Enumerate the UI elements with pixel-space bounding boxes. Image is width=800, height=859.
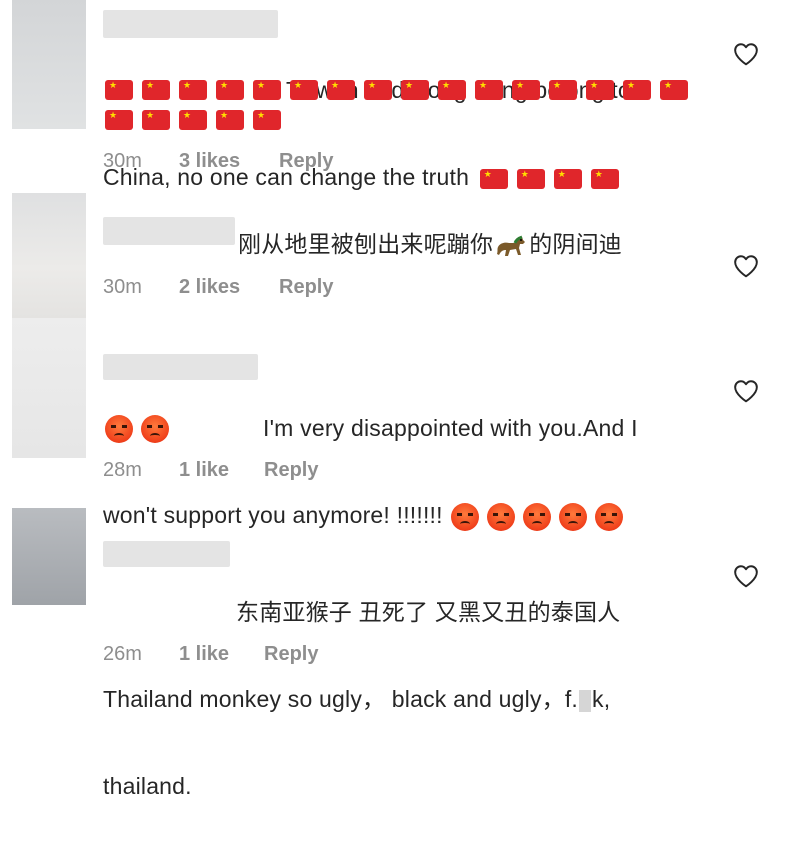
comment-time: 26m bbox=[103, 643, 142, 665]
china-flag-emoji bbox=[553, 168, 582, 189]
avatar[interactable] bbox=[12, 193, 86, 318]
china-flag-emoji bbox=[105, 109, 133, 130]
comment-1: Taiwan and Hong Kong belong to China, no… bbox=[0, 0, 800, 190]
comment-text: 刚从地里被刨出来呢蹦你 的阴间迪 bbox=[238, 230, 800, 259]
comment-text-part: 刚从地里被刨出来呢蹦你 bbox=[238, 231, 494, 257]
reply-button[interactable]: Reply bbox=[264, 643, 318, 666]
censor-block bbox=[579, 689, 592, 712]
comment-time: 30m bbox=[103, 276, 142, 298]
china-flag-emoji bbox=[586, 79, 614, 100]
heart-outline-icon[interactable] bbox=[733, 564, 759, 588]
comment-meta: 30m 3 likes Reply bbox=[103, 150, 333, 173]
comment-text-part: 的阴间迪 bbox=[529, 231, 623, 257]
china-flag-emoji bbox=[253, 109, 281, 130]
china-flag-emoji bbox=[142, 109, 170, 130]
china-flag-emoji bbox=[253, 79, 281, 100]
china-flag-emoji bbox=[516, 168, 545, 189]
horse-emoji-icon bbox=[497, 235, 526, 256]
heart-outline-icon[interactable] bbox=[733, 42, 759, 66]
china-flag-emoji bbox=[179, 109, 207, 130]
china-flag-emoji bbox=[479, 168, 508, 189]
likes-count[interactable]: 2 likes bbox=[179, 276, 279, 299]
comment-text-line: Thailand monkey so ugly， black and ugly，… bbox=[103, 685, 703, 714]
china-flag-emoji bbox=[216, 109, 244, 130]
china-flag-emoji bbox=[179, 79, 207, 100]
china-flag-emoji bbox=[105, 79, 133, 100]
comment-time: 30m bbox=[103, 150, 142, 172]
china-flag-emoji bbox=[327, 79, 355, 100]
flag-emoji-row bbox=[105, 79, 697, 100]
avatar[interactable] bbox=[12, 508, 86, 605]
avatar[interactable] bbox=[12, 318, 86, 458]
comment-text-line: I'm very disappointed with you.And I bbox=[263, 415, 638, 441]
reply-button[interactable]: Reply bbox=[279, 150, 333, 173]
china-flag-emoji bbox=[590, 168, 619, 189]
comment-4: 东南亚猴子 丑死了 又黑又丑的泰国人 Thailand monkey so ug… bbox=[0, 508, 800, 799]
flag-emoji-group bbox=[473, 164, 628, 190]
comment-text-line: 东南亚猴子 丑死了 又黑又丑的泰国人 bbox=[236, 599, 621, 625]
comment-meta: 28m 1 like Reply bbox=[103, 459, 318, 482]
china-flag-emoji bbox=[290, 79, 318, 100]
reply-button[interactable]: Reply bbox=[279, 276, 333, 299]
angry-emoji-row bbox=[105, 415, 177, 443]
comment-3: I'm very disappointed with you.And I won… bbox=[0, 318, 800, 531]
china-flag-emoji bbox=[475, 79, 503, 100]
comment-text-line: thailand. bbox=[103, 773, 192, 799]
china-flag-emoji bbox=[660, 79, 688, 100]
comment-2: 刚从地里被刨出来呢蹦你 的阴间迪 30m 2 likes Reply bbox=[0, 193, 800, 318]
china-flag-emoji bbox=[623, 79, 651, 100]
avatar[interactable] bbox=[12, 0, 86, 129]
angry-face-emoji bbox=[105, 415, 133, 443]
china-flag-emoji bbox=[401, 79, 429, 100]
likes-count[interactable]: 3 likes bbox=[179, 150, 279, 173]
likes-count[interactable]: 1 like bbox=[179, 643, 264, 666]
username-redacted[interactable] bbox=[103, 217, 235, 245]
comment-text-line: k, bbox=[592, 686, 611, 712]
china-flag-emoji bbox=[216, 79, 244, 100]
comment-meta: 30m 2 likes Reply bbox=[103, 276, 333, 299]
china-flag-emoji bbox=[512, 79, 540, 100]
china-flag-emoji bbox=[364, 79, 392, 100]
comment-time: 28m bbox=[103, 459, 142, 481]
china-flag-emoji bbox=[549, 79, 577, 100]
flag-emoji-row bbox=[105, 109, 290, 130]
likes-count[interactable]: 1 like bbox=[179, 459, 264, 482]
comment-text-line: Thailand monkey so ugly， black and ugly，… bbox=[103, 686, 579, 712]
heart-outline-icon[interactable] bbox=[733, 254, 759, 278]
heart-outline-icon[interactable] bbox=[733, 379, 759, 403]
reply-button[interactable]: Reply bbox=[264, 459, 318, 482]
angry-face-emoji bbox=[141, 415, 169, 443]
comment-meta: 26m 1 like Reply bbox=[103, 643, 318, 666]
china-flag-emoji bbox=[438, 79, 466, 100]
comment-text: 东南亚猴子 丑死了 又黑又丑的泰国人 Thailand monkey so ug… bbox=[103, 540, 703, 859]
china-flag-emoji bbox=[142, 79, 170, 100]
